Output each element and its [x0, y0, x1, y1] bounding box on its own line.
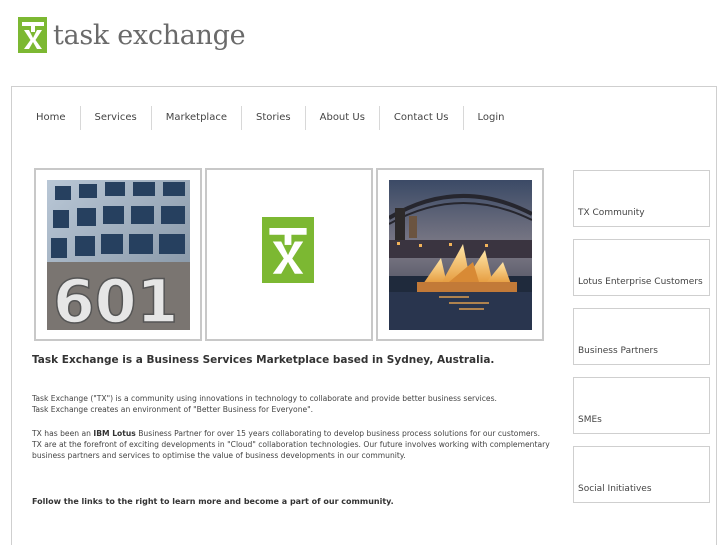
- sidebar-item-label: Business Partners: [578, 346, 658, 356]
- sidebar-item-social-initiatives[interactable]: Social Initiatives: [573, 446, 710, 503]
- tile-building[interactable]: 601: [34, 168, 202, 341]
- nav-stories[interactable]: Stories: [240, 106, 305, 130]
- tx-logo-icon: [262, 217, 314, 283]
- site-logo[interactable]: task exchange: [18, 16, 246, 54]
- sydney-opera-house-photo: [389, 180, 532, 330]
- partner-paragraph: TX has been an IBM Lotus Business Partne…: [32, 428, 552, 461]
- sidebar-item-label: Social Initiatives: [578, 484, 652, 494]
- sidebar-item-tx-community[interactable]: TX Community: [573, 170, 710, 227]
- sidebar-item-lotus-enterprise[interactable]: Lotus Enterprise Customers: [573, 239, 710, 296]
- nav-about-us[interactable]: About Us: [304, 106, 379, 130]
- tile-tx-logo[interactable]: [205, 168, 373, 341]
- sidebar-item-label: Lotus Enterprise Customers: [578, 277, 703, 287]
- building-601-photo: 601: [47, 180, 190, 330]
- sidebar-item-label: SMEs: [578, 415, 602, 425]
- nav-marketplace[interactable]: Marketplace: [150, 106, 241, 130]
- intro-line-2: Task Exchange creates an environment of …: [32, 405, 314, 414]
- svg-text:601: 601: [53, 267, 178, 330]
- intro-line-1: Task Exchange ("TX") is a community usin…: [32, 394, 497, 403]
- intro-paragraph: Task Exchange ("TX") is a community usin…: [32, 393, 552, 415]
- main-nav: Home Services Marketplace Stories About …: [22, 106, 519, 130]
- nav-contact-us[interactable]: Contact Us: [378, 106, 463, 130]
- tx-logo-icon: [18, 17, 47, 53]
- sidebar-item-smes[interactable]: SMEs: [573, 377, 710, 434]
- sidebar-item-business-partners[interactable]: Business Partners: [573, 308, 710, 365]
- partner-text-prefix: TX has been an: [32, 429, 94, 438]
- nav-home[interactable]: Home: [22, 106, 80, 130]
- nav-services[interactable]: Services: [79, 106, 151, 130]
- follow-links-text: Follow the links to the right to learn m…: [32, 497, 394, 506]
- sidebar-item-label: TX Community: [578, 208, 645, 218]
- page-headline: Task Exchange is a Business Services Mar…: [32, 354, 495, 366]
- nav-login[interactable]: Login: [462, 106, 519, 130]
- ibm-lotus-emphasis: IBM Lotus: [93, 429, 136, 438]
- tile-sydney[interactable]: [376, 168, 544, 341]
- brand-name: task exchange: [53, 19, 246, 51]
